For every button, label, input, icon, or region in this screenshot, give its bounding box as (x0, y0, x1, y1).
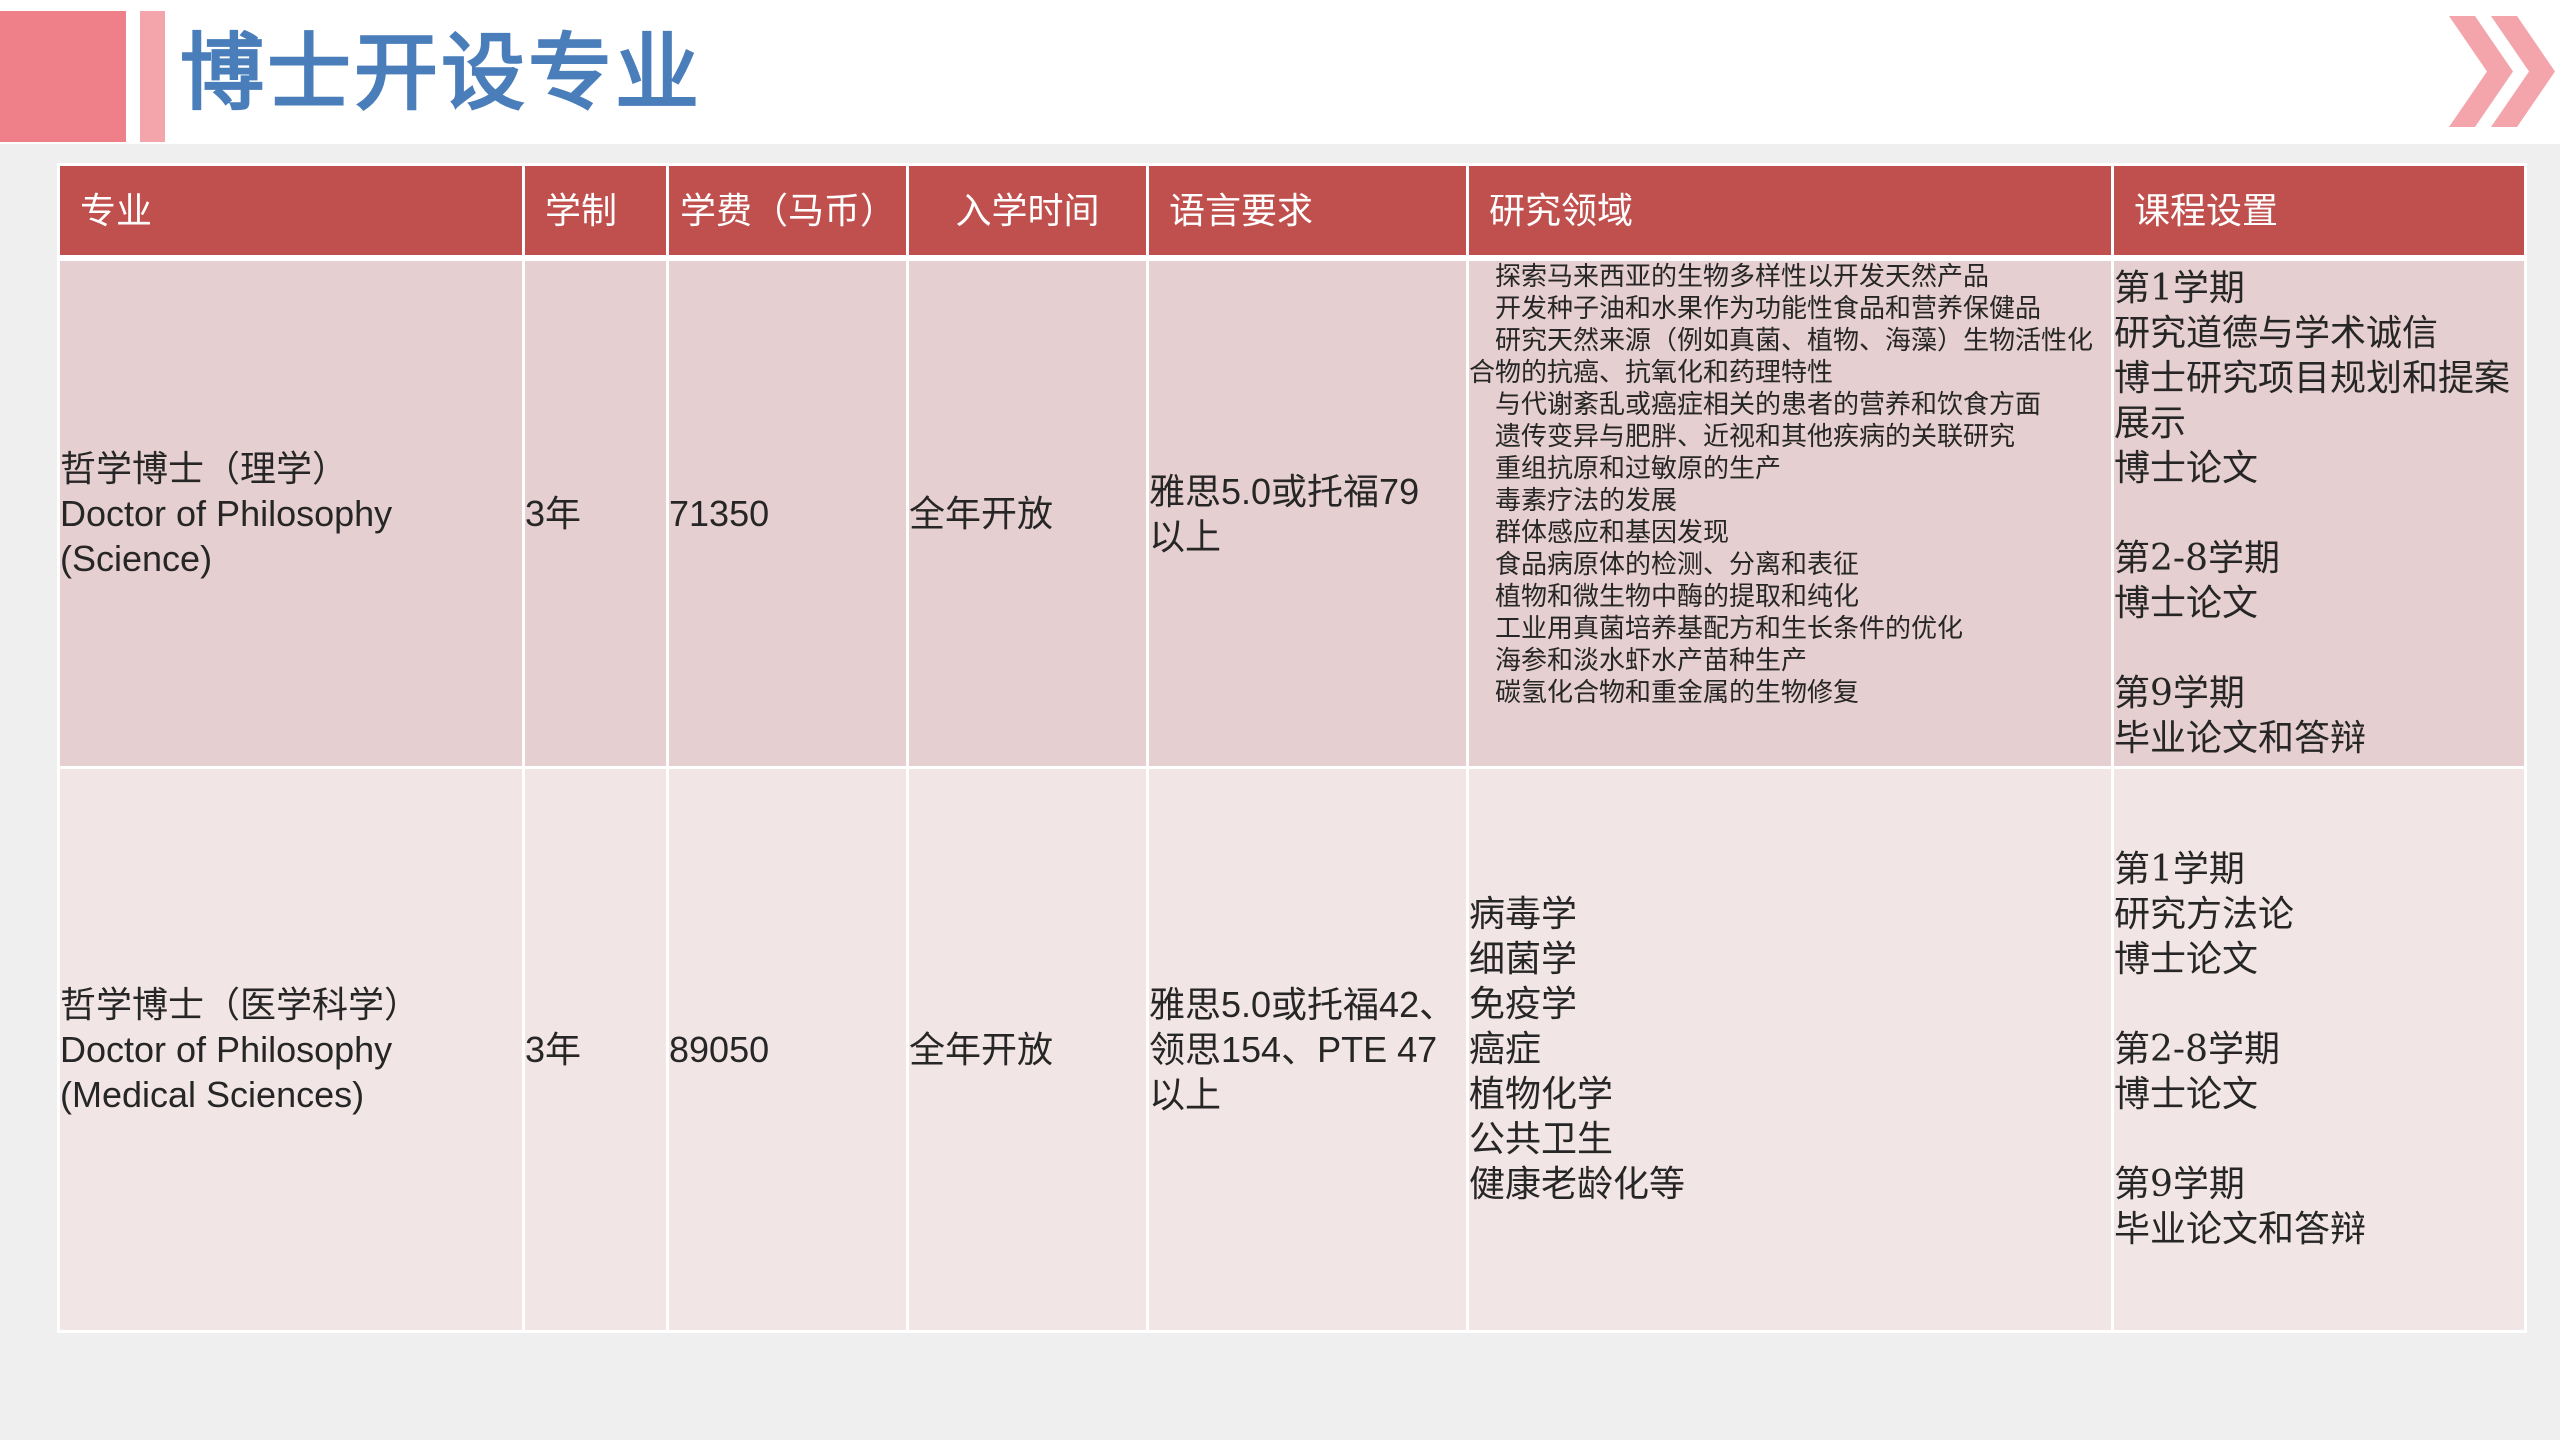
course-term: 第2-8学期 (2114, 1029, 2280, 1070)
research-item: 开发种子油和水果作为功能性食品和营养保健品 (1495, 294, 2042, 324)
table-header-row: 专业 学制 学费（马币） 入学时间 语言要求 研究领域 课程设置 (57, 163, 2527, 261)
programs-table: 专业 学制 学费（马币） 入学时间 语言要求 研究领域 课程设置 哲学博士（理学… (57, 163, 2527, 1333)
research-item: 免疫学 (1469, 984, 1578, 1025)
program-cell: 哲学博士（理学） Doctor of Philosophy (Science) (57, 256, 525, 769)
research-item: 病毒学 (1469, 894, 1578, 935)
course-group: 第2-8学期 博士论文 (2114, 1027, 2524, 1117)
research-item: 群体感应和基因发现 (1495, 518, 1730, 548)
research-item: 碳氢化合物和重金属的生物修复 (1495, 678, 1860, 708)
course-group: 第9学期 毕业论文和答辩 (2114, 1162, 2524, 1252)
course-group: 第2-8学期 博士论文 (2114, 536, 2524, 626)
course-item: 博士论文 (2114, 448, 2259, 489)
program-name-en-suffix: (Medical Sciences) (60, 1074, 365, 1115)
intake-cell: 全年开放 (906, 766, 1149, 1333)
program-name-en-suffix: (Science) (60, 538, 213, 579)
course-group: 第1学期 研究方法论 博士论文 (2114, 847, 2524, 982)
tuition-cell: 89050 (666, 766, 909, 1333)
research-item: 探索马来西亚的生物多样性以开发天然产品 (1495, 262, 1990, 292)
double-chevron-right-icon (2449, 16, 2555, 127)
duration-cell: 3年 (522, 766, 669, 1333)
header-tuition: 学费（马币） (666, 163, 909, 261)
program-name-zh: 哲学博士（理学） (60, 448, 349, 489)
research-item: 毒素疗法的发展 (1495, 486, 1678, 516)
duration-cell: 3年 (522, 256, 669, 769)
course-item: 毕业论文和答辩 (2114, 1209, 2367, 1250)
language-line: 雅思5.0或托福79 (1149, 470, 1420, 512)
research-item: 重组抗原和过敏原的生产 (1495, 454, 1782, 484)
intake-cell: 全年开放 (906, 256, 1149, 769)
language-line: 以上 (1149, 515, 1222, 557)
course-group: 第9学期 毕业论文和答辩 (2114, 671, 2524, 761)
program-name-zh: 哲学博士（医学科学） (60, 984, 421, 1025)
header-duration: 学制 (522, 163, 669, 261)
research-cell: 病毒学 细菌学 免疫学 癌症 植物化学 公共卫生 健康老龄化等 (1466, 766, 2114, 1333)
course-term: 第1学期 (2114, 268, 2245, 309)
course-item: 博士论文 (2114, 1074, 2259, 1115)
course-term: 第9学期 (2114, 1164, 2245, 1205)
header-intake: 入学时间 (906, 163, 1149, 261)
program-cell: 哲学博士（医学科学） Doctor of Philosophy (Medical… (57, 766, 525, 1333)
header-courses: 课程设置 (2111, 163, 2527, 261)
program-name-en: Doctor of Philosophy (60, 493, 393, 534)
header-decor-bar (140, 11, 165, 142)
language-cell: 雅思5.0或托福79 以上 (1146, 256, 1469, 769)
course-item: 博士论文 (2114, 583, 2259, 624)
course-item: 博士研究项目规划和提案展示 (2114, 358, 2511, 444)
research-cell: 探索马来西亚的生物多样性以开发天然产品 开发种子油和水果作为功能性食品和营养保健… (1466, 256, 2114, 769)
course-item: 博士论文 (2114, 939, 2259, 980)
research-item: 食品病原体的检测、分离和表征 (1495, 550, 1860, 580)
language-line: 雅思5.0或托福42、 (1149, 984, 1456, 1025)
tuition-cell: 71350 (666, 256, 909, 769)
courses-cell: 第1学期 研究道德与学术诚信 博士研究项目规划和提案展示 博士论文 第2-8学期… (2111, 256, 2527, 769)
course-group: 第1学期 研究道德与学术诚信 博士研究项目规划和提案展示 博士论文 (2114, 266, 2524, 491)
program-name-en: Doctor of Philosophy (60, 1029, 393, 1070)
research-item: 细菌学 (1469, 939, 1578, 980)
research-item: 植物化学 (1469, 1074, 1614, 1115)
course-item: 研究道德与学术诚信 (2114, 313, 2439, 354)
research-item: 健康老龄化等 (1469, 1164, 1686, 1205)
course-term: 第9学期 (2114, 673, 2245, 714)
research-item: 植物和微生物中酶的提取和纯化 (1495, 582, 1860, 612)
research-item: 海参和淡水虾水产苗种生产 (1495, 646, 1808, 676)
header-research: 研究领域 (1466, 163, 2114, 261)
language-cell: 雅思5.0或托福42、 领思154、PTE 47 以上 (1146, 766, 1469, 1333)
course-term: 第1学期 (2114, 849, 2245, 890)
courses-cell: 第1学期 研究方法论 博士论文 第2-8学期 博士论文 第9学期 毕业论文和答辩 (2111, 766, 2527, 1333)
course-item: 毕业论文和答辩 (2114, 718, 2367, 759)
language-line: 领思154、PTE 47 (1149, 1029, 1438, 1070)
research-item: 公共卫生 (1469, 1119, 1614, 1160)
table-row: 哲学博士（医学科学） Doctor of Philosophy (Medical… (57, 766, 2527, 1333)
table-row: 哲学博士（理学） Doctor of Philosophy (Science) … (57, 256, 2527, 769)
language-line: 以上 (1149, 1074, 1222, 1115)
research-item: 工业用真菌培养基配方和生长条件的优化 (1495, 614, 1964, 644)
research-item: 与代谢紊乱或癌症相关的患者的营养和饮食方面 (1495, 390, 2042, 420)
course-term: 第2-8学期 (2114, 538, 2280, 579)
header-language: 语言要求 (1146, 163, 1469, 261)
research-item: 研究天然来源（例如真菌、植物、海藻）生物活性化合物的抗癌、抗氧化和药理特性 (1469, 326, 2094, 388)
research-item: 遗传变异与肥胖、近视和其他疾病的关联研究 (1495, 422, 2016, 452)
header-decor-block (0, 11, 126, 142)
page-title: 博士开设专业 (180, 26, 703, 120)
course-item: 研究方法论 (2114, 894, 2295, 935)
header-program: 专业 (57, 163, 525, 261)
research-item: 癌症 (1469, 1029, 1542, 1070)
